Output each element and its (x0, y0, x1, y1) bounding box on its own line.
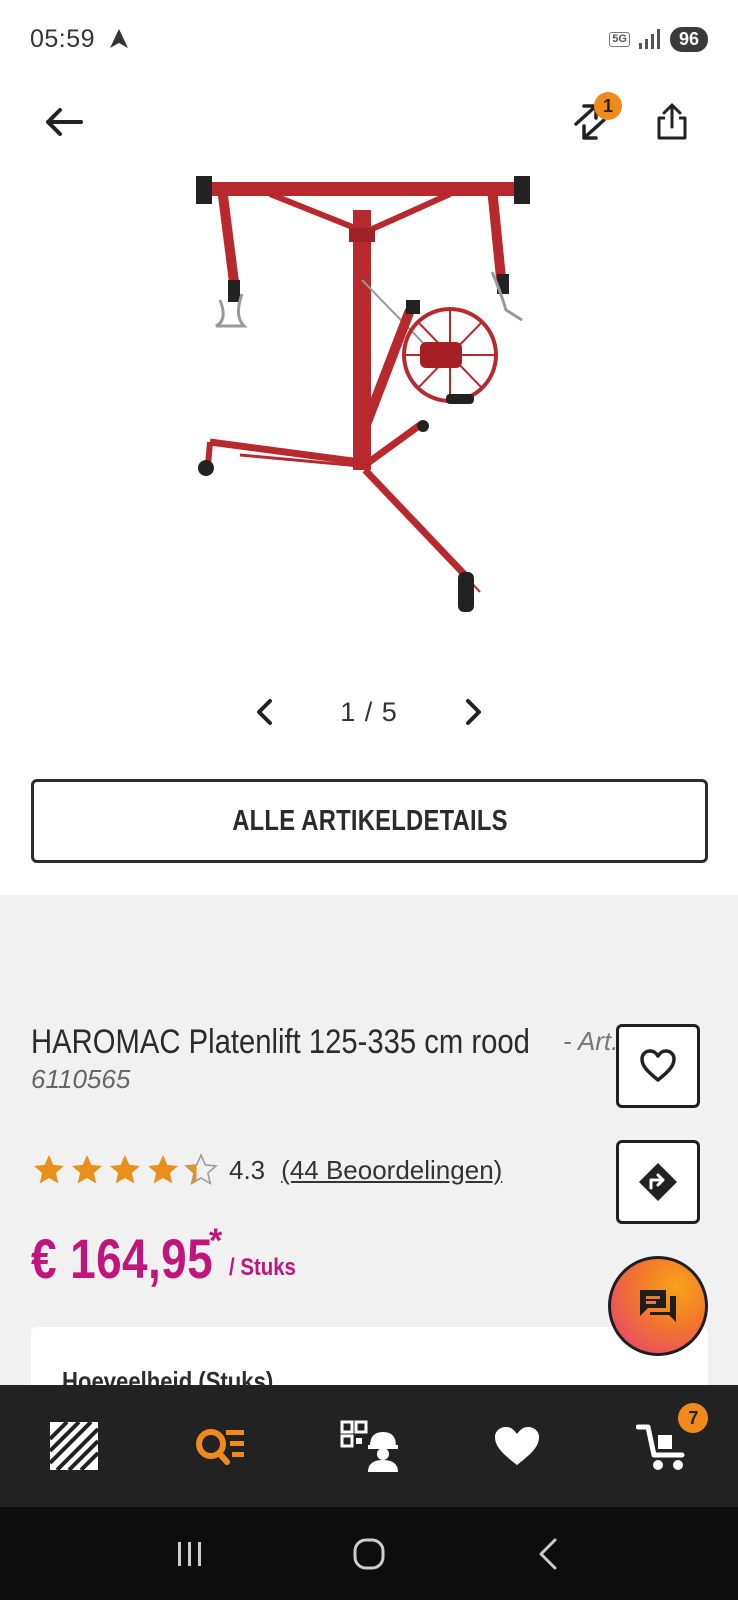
signal-icon (638, 29, 660, 49)
status-bar: 05:59 5G 96 (0, 0, 738, 78)
compare-count-badge: 1 (594, 92, 622, 120)
system-navigation-bar (0, 1507, 738, 1600)
chevron-right-icon (465, 699, 481, 725)
star-full-icon (72, 1155, 102, 1184)
top-bar: 1 (0, 86, 738, 158)
image-pager: 1 / 5 (0, 690, 738, 734)
status-icons: 5G 96 (609, 26, 708, 52)
network-type: 5G (609, 31, 630, 47)
article-number: 6110565 (31, 1064, 131, 1094)
star-full-icon (34, 1155, 64, 1184)
back-arrow-icon (46, 108, 83, 136)
qr-worker-icon (340, 1420, 398, 1472)
screen: 05:59 5G 96 1 1 / 5 ALLE ARTIKELDETAILS … (0, 0, 738, 1600)
bottom-navigation: 7 (0, 1385, 738, 1507)
all-article-details-button[interactable]: ALLE ARTIKELDETAILS (31, 779, 708, 863)
directions-button[interactable] (616, 1140, 700, 1224)
star-full-icon (148, 1155, 178, 1184)
cart-count-badge: 7 (678, 1403, 709, 1433)
route-icon (639, 1163, 677, 1201)
heart-icon (640, 1049, 676, 1082)
image-counter: 1 / 5 (340, 696, 398, 727)
nav-home[interactable] (0, 1385, 148, 1507)
price-asterisk: * (209, 1222, 223, 1260)
product-image[interactable] (150, 170, 590, 640)
rating-stars (31, 1152, 219, 1188)
star-partial-icon (184, 1153, 218, 1186)
system-back-icon (539, 1538, 557, 1569)
details-button-label: ALLE ARTIKELDETAILS (231, 804, 508, 837)
system-back-button[interactable] (518, 1524, 578, 1584)
home-button[interactable] (339, 1524, 399, 1584)
reviews-link[interactable]: (44 Beoordelingen) (281, 1155, 502, 1186)
home-circle-icon (353, 1538, 385, 1569)
recent-apps-button[interactable] (160, 1524, 220, 1584)
share-icon (657, 103, 687, 140)
next-image-button[interactable] (458, 697, 488, 727)
chevron-left-icon (257, 699, 273, 725)
nav-search[interactable] (148, 1385, 296, 1507)
product-name: HAROMAC Platenlift 125-335 cm rood (31, 1023, 530, 1061)
share-button[interactable] (648, 100, 696, 144)
recent-apps-icon (177, 1541, 201, 1566)
previous-image-button[interactable] (250, 697, 280, 727)
chat-button[interactable] (608, 1256, 708, 1356)
back-button[interactable] (40, 100, 88, 144)
battery-level: 96 (669, 26, 708, 52)
nav-wishlist[interactable] (443, 1385, 591, 1507)
nav-cart[interactable]: 7 (590, 1385, 738, 1507)
status-time: 05:59 (30, 24, 96, 53)
rating-value: 4.3 (229, 1154, 266, 1185)
chat-icon (640, 1290, 676, 1322)
search-list-icon (196, 1429, 245, 1465)
star-full-icon (110, 1155, 140, 1184)
rating-row: 4.3 (44 Beoordelingen) (31, 1148, 502, 1192)
nav-scan-pro[interactable] (295, 1385, 443, 1507)
product-title: HAROMAC Platenlift 125-335 cm rood (31, 1020, 651, 1064)
price-row: € 164,95 * / Stuks (31, 1222, 296, 1291)
price: € 164,95 (31, 1227, 214, 1290)
heart-icon (494, 1427, 539, 1465)
add-to-wishlist-button[interactable] (616, 1024, 700, 1108)
navigation-arrow-icon (110, 29, 129, 48)
home-logo-icon (48, 1421, 99, 1471)
price-unit: / Stuks (229, 1254, 296, 1281)
